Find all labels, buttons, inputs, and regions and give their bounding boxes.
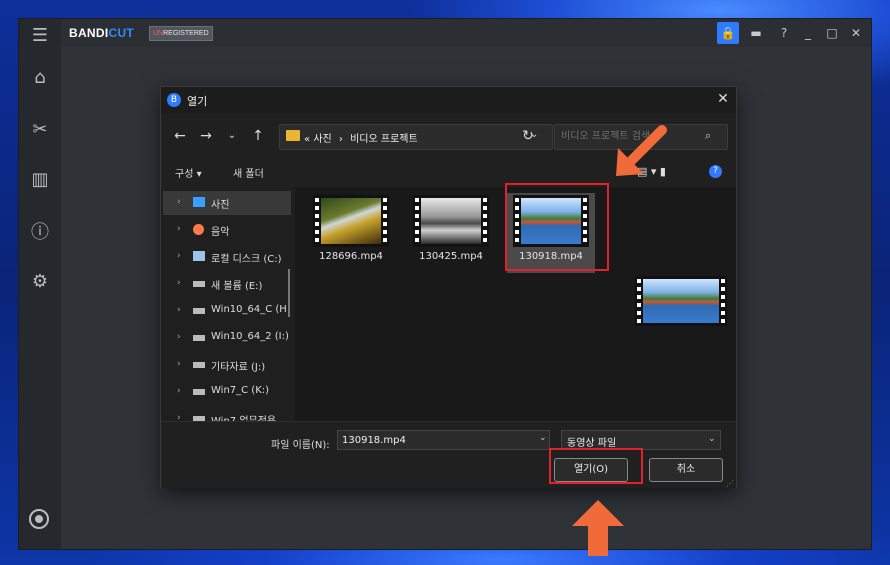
recent-locations-chevron-icon[interactable]: ⌄ [223, 127, 241, 145]
dialog-footer: 파일 이름(N): ⌄ 동영상 파일 ⌄ 열기(O) 취소 ⋰ [161, 421, 736, 488]
video-thumbnail [313, 195, 389, 247]
expand-chevron-icon[interactable]: › [177, 278, 181, 288]
cut-icon[interactable]: ✂ [28, 117, 52, 141]
home-icon[interactable]: ⌂ [28, 65, 52, 89]
breadcrumb-item[interactable]: 비디오 프로젝트 [350, 134, 418, 145]
drive-icon [193, 362, 205, 368]
dialog-close-button[interactable]: ✕ [714, 90, 732, 108]
minimize-icon[interactable]: _ [797, 22, 819, 44]
expand-chevron-icon[interactable]: › [177, 359, 181, 369]
resize-grip-icon[interactable]: ⋰ [726, 479, 734, 488]
nav-item-drive-e[interactable]: › 새 볼륨 (E:) [163, 272, 291, 296]
filetype-select[interactable]: 동영상 파일 ⌄ [561, 430, 721, 450]
cancel-button[interactable]: 취소 [649, 458, 723, 482]
lock-icon[interactable]: 🔒 [717, 22, 739, 44]
app-titlebar: BANDICUT UNREGISTERED 🔒 ▬ ? _ □ ✕ [61, 19, 871, 47]
expand-chevron-icon[interactable]: › [177, 251, 181, 261]
file-item[interactable]: 130425.mp4 [407, 193, 495, 273]
help-icon[interactable]: ? [773, 22, 795, 44]
breadcrumb-item[interactable]: 사진 [313, 134, 331, 145]
nav-item-drive-h[interactable]: › Win10_64_C (H:) [163, 299, 291, 323]
forward-arrow-icon[interactable]: → [197, 127, 215, 145]
chevron-down-icon: ⌄ [708, 434, 716, 444]
nav-pane-scrollbar[interactable] [288, 269, 290, 317]
refresh-icon[interactable]: ↻ [519, 127, 537, 145]
drive-icon [193, 308, 205, 314]
dialog-titlebar: B 열기 ✕ [161, 87, 736, 113]
file-item[interactable]: 128696.mp4 [307, 193, 395, 273]
music-icon [193, 224, 204, 235]
expand-chevron-icon[interactable]: › [177, 386, 181, 396]
highlight-selected-file [505, 183, 609, 271]
file-name: 130425.mp4 [419, 251, 483, 262]
help-icon[interactable]: ? [709, 165, 722, 178]
nav-item-drive-c[interactable]: › 로컬 디스크 (C:) [163, 245, 291, 269]
highlight-open-button [549, 448, 643, 484]
back-arrow-icon[interactable]: ← [171, 127, 189, 145]
record-icon[interactable] [29, 509, 49, 529]
nav-item-drive-i[interactable]: › Win10_64_2 (I:) [163, 326, 291, 350]
nav-item-drive-k[interactable]: › Win7_C (K:) [163, 380, 291, 404]
nav-item-photos[interactable]: › 사진 [163, 191, 291, 215]
up-arrow-icon[interactable]: ↑ [249, 127, 267, 145]
nav-item-drive-win7[interactable]: › Win7 업무전용 [163, 407, 291, 421]
sidebar: ☰ ⌂ ✂ ▥ ⓘ ⚙ [19, 19, 61, 549]
bandicut-app-icon: B [167, 93, 181, 107]
drive-icon [193, 251, 205, 261]
info-icon[interactable]: ⓘ [28, 219, 52, 243]
new-folder-button[interactable]: 새 폴더 [233, 165, 264, 180]
folder-icon[interactable]: ▬ [745, 22, 767, 44]
address-bar[interactable]: « 사진 › 비디오 프로젝트 ⌄ [279, 124, 553, 150]
dialog-title: 열기 [187, 95, 208, 108]
drag-preview-thumbnail [635, 276, 727, 326]
expand-chevron-icon[interactable]: › [177, 305, 181, 315]
menu-icon[interactable]: ☰ [28, 23, 52, 47]
expand-chevron-icon[interactable]: › [177, 197, 181, 207]
filename-dropdown-chevron-icon[interactable]: ⌄ [539, 433, 547, 443]
nav-item-music[interactable]: › 음악 [163, 218, 291, 242]
filetype-value: 동영상 파일 [567, 438, 617, 449]
expand-chevron-icon[interactable]: › [177, 413, 181, 421]
annotation-arrow-down-left-icon [616, 125, 667, 176]
film-icon[interactable]: ▥ [28, 167, 52, 191]
organize-menu-button[interactable]: 구성 ▾ [175, 165, 202, 180]
nav-item-drive-j[interactable]: › 기타자료 (J:) [163, 353, 291, 377]
filename-input[interactable] [337, 430, 550, 450]
unregistered-badge: UNREGISTERED [149, 26, 213, 41]
file-name: 128696.mp4 [319, 251, 383, 262]
search-icon[interactable]: ⌕ [705, 129, 711, 143]
drive-icon [193, 389, 205, 395]
app-logo: BANDICUT [69, 26, 135, 40]
annotation-arrow-up-icon [572, 500, 624, 556]
video-thumbnail [413, 195, 489, 247]
close-icon[interactable]: ✕ [845, 22, 867, 44]
photos-icon [193, 197, 205, 207]
drive-icon [193, 335, 205, 341]
drive-icon [193, 281, 205, 287]
folder-icon [286, 130, 300, 141]
expand-chevron-icon[interactable]: › [177, 332, 181, 342]
expand-chevron-icon[interactable]: › [177, 224, 181, 234]
navigation-pane: › 사진 › 음악 › 로컬 디스크 (C:) › 새 볼륨 (E:) › Wi… [161, 187, 294, 421]
filename-label: 파일 이름(N): [271, 440, 330, 451]
settings-icon[interactable]: ⚙ [28, 269, 52, 293]
breadcrumb: « 사진 › 비디오 프로젝트 [304, 134, 418, 145]
maximize-icon[interactable]: □ [821, 22, 843, 44]
